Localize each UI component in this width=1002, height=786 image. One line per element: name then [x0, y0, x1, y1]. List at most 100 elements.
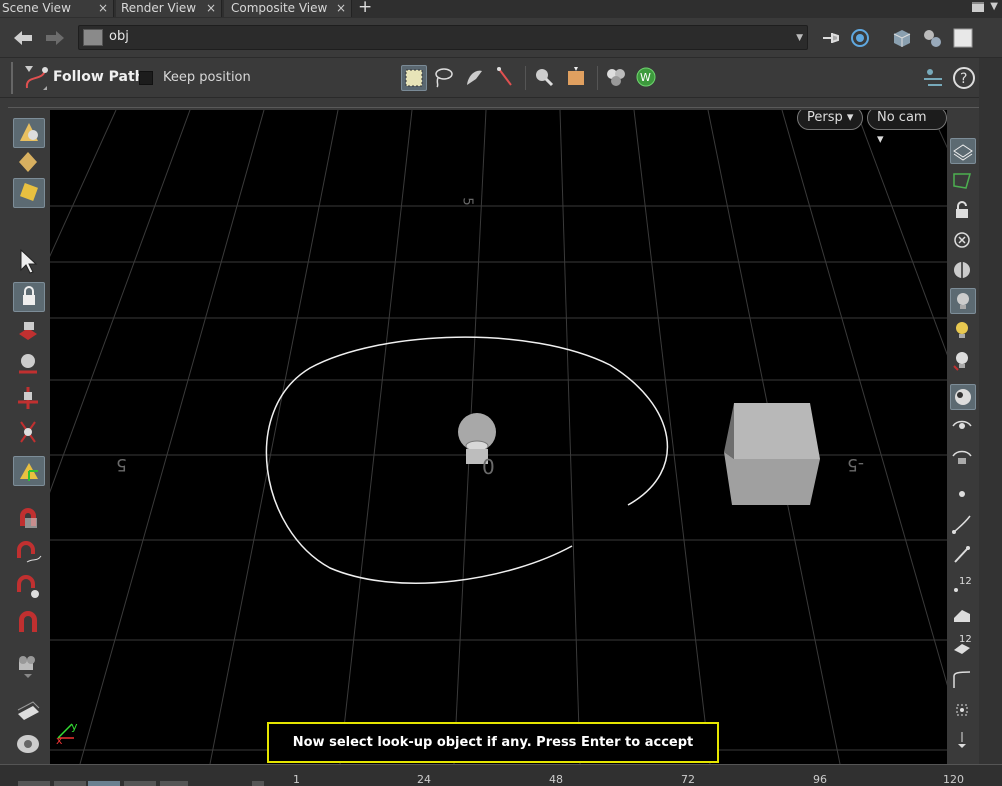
headlight-button[interactable] [950, 288, 976, 314]
toolbar-grip[interactable] [11, 62, 15, 94]
pen-button[interactable] [950, 542, 976, 568]
viewport-layout-icon[interactable] [952, 28, 974, 48]
lock-camera-button[interactable] [950, 198, 976, 224]
tab-render-view[interactable]: Render View × [116, 0, 222, 17]
svg-text:?: ? [960, 71, 967, 87]
more-tools-button[interactable] [950, 728, 976, 754]
selection-prompt: Now select look-up object if any. Press … [267, 722, 719, 763]
timeline-segment[interactable] [18, 781, 50, 786]
sphere-shading-button[interactable] [950, 384, 976, 410]
toolbar-separator [525, 66, 526, 90]
tab-scene-view[interactable]: Scene View × [0, 0, 114, 17]
path-value: obj [109, 29, 129, 44]
world-select-button[interactable]: W [634, 65, 660, 91]
eye-camera-button[interactable] [950, 444, 976, 470]
chevron-down-icon[interactable]: ▼ [990, 1, 998, 12]
timeline-segment[interactable] [88, 781, 120, 786]
flipbook-icon [17, 735, 39, 753]
target-icon[interactable] [849, 28, 871, 48]
transform-tool-button[interactable] [13, 316, 45, 346]
cube-top-face [734, 403, 820, 459]
scene-viewport[interactable]: Persp ▾ No cam ▾ 5 5 -5 0 x y Now select… [50, 110, 947, 764]
timeline-segment[interactable] [252, 781, 264, 786]
handle-tool-button[interactable] [13, 456, 45, 486]
rotate-tool-button[interactable] [13, 384, 45, 414]
close-icon[interactable]: × [98, 0, 108, 16]
keep-position-checkbox[interactable] [139, 71, 153, 85]
path-field[interactable]: obj ▼ [78, 25, 808, 50]
frame-ruler[interactable]: 1 24 48 72 96 120 [290, 765, 990, 786]
chevron-down-icon[interactable]: ▼ [796, 33, 803, 43]
ortho-button[interactable] [950, 258, 976, 284]
houdini-scene-view: Scene View × Render View × Composite Vie… [0, 0, 1002, 786]
tab-composite-view[interactable]: Composite View × [224, 0, 352, 17]
tool-options-icon[interactable] [920, 65, 946, 91]
magnet-curve-button[interactable] [13, 538, 45, 568]
camera-tool-button[interactable] [13, 652, 45, 682]
object-select-button[interactable] [604, 65, 630, 91]
view-tool-button[interactable] [13, 118, 45, 148]
point-icon [959, 491, 965, 497]
lights-button[interactable] [950, 318, 976, 344]
forward-arrow-icon[interactable] [44, 30, 66, 46]
curve-button[interactable] [950, 512, 976, 538]
timeline-segment[interactable] [160, 781, 188, 786]
lasso-select-button[interactable] [431, 65, 457, 91]
render-region-icon [17, 701, 40, 720]
frame-label: 24 [417, 773, 431, 786]
brush-icon [954, 610, 970, 622]
camera-menu[interactable]: No cam ▾ [867, 110, 947, 147]
back-arrow-icon[interactable] [12, 30, 34, 46]
brush-select-button[interactable] [462, 65, 488, 91]
timeline-segment[interactable] [54, 781, 86, 786]
toolbar-separator [597, 66, 598, 90]
persp-camera-menu[interactable]: Persp ▾ [797, 110, 864, 130]
box-select-button[interactable] [401, 65, 427, 91]
ghost-button[interactable] [950, 168, 976, 194]
magnet-sphere-button[interactable] [13, 572, 45, 602]
move-handle-button[interactable] [13, 148, 45, 178]
box-select-icon [405, 69, 423, 87]
points-button[interactable] [950, 482, 976, 508]
magnet-tool-button[interactable] [13, 504, 45, 534]
display-options-icon[interactable] [891, 28, 913, 48]
wireframe-button[interactable] [950, 138, 976, 164]
select-visible-button[interactable] [532, 65, 558, 91]
close-view-button[interactable] [950, 228, 976, 254]
render-region-button[interactable] [13, 696, 45, 726]
help-icon[interactable]: ? [951, 65, 977, 91]
pin-icon[interactable] [820, 28, 842, 48]
timeline-bar[interactable]: 1 24 48 72 96 120 [0, 764, 1002, 786]
corner-button[interactable] [950, 668, 976, 694]
laser-select-button[interactable] [493, 65, 519, 91]
close-icon[interactable]: × [336, 0, 346, 16]
lock-tool-button[interactable] [13, 282, 45, 312]
snap-icon [956, 704, 968, 716]
pose-tool-button[interactable] [13, 178, 45, 208]
viewport-canvas[interactable] [50, 110, 947, 764]
brush-button[interactable] [950, 602, 976, 628]
right-edge-scroll[interactable] [979, 58, 1002, 764]
show-eye-button[interactable] [950, 414, 976, 440]
prim-numbers-button[interactable]: 12 [950, 632, 976, 658]
cube-side-face [724, 403, 734, 459]
prompt-text: Now select look-up object if any. Press … [292, 735, 694, 750]
follow-path-icon[interactable] [23, 64, 49, 92]
point-light-button[interactable] [950, 348, 976, 374]
point-numbers-button[interactable]: 12 [950, 572, 976, 598]
add-tab-button[interactable]: + [358, 0, 374, 16]
select-tool-button[interactable] [13, 246, 45, 276]
flipbook-button[interactable] [13, 730, 45, 760]
timeline-segment[interactable] [124, 781, 156, 786]
magnet-button[interactable] [13, 608, 45, 638]
select-groups-button[interactable] [564, 65, 590, 91]
pane-layout-icon[interactable] [972, 2, 984, 12]
shading-icon[interactable] [921, 28, 943, 48]
pose-joint-button[interactable] [13, 418, 45, 448]
snap-button[interactable] [950, 698, 976, 724]
scale-tool-button[interactable] [13, 350, 45, 380]
cube-front-face [724, 452, 820, 505]
close-icon[interactable]: × [206, 0, 216, 16]
cube-object[interactable] [724, 403, 820, 505]
axis-x-label: x [56, 734, 63, 747]
